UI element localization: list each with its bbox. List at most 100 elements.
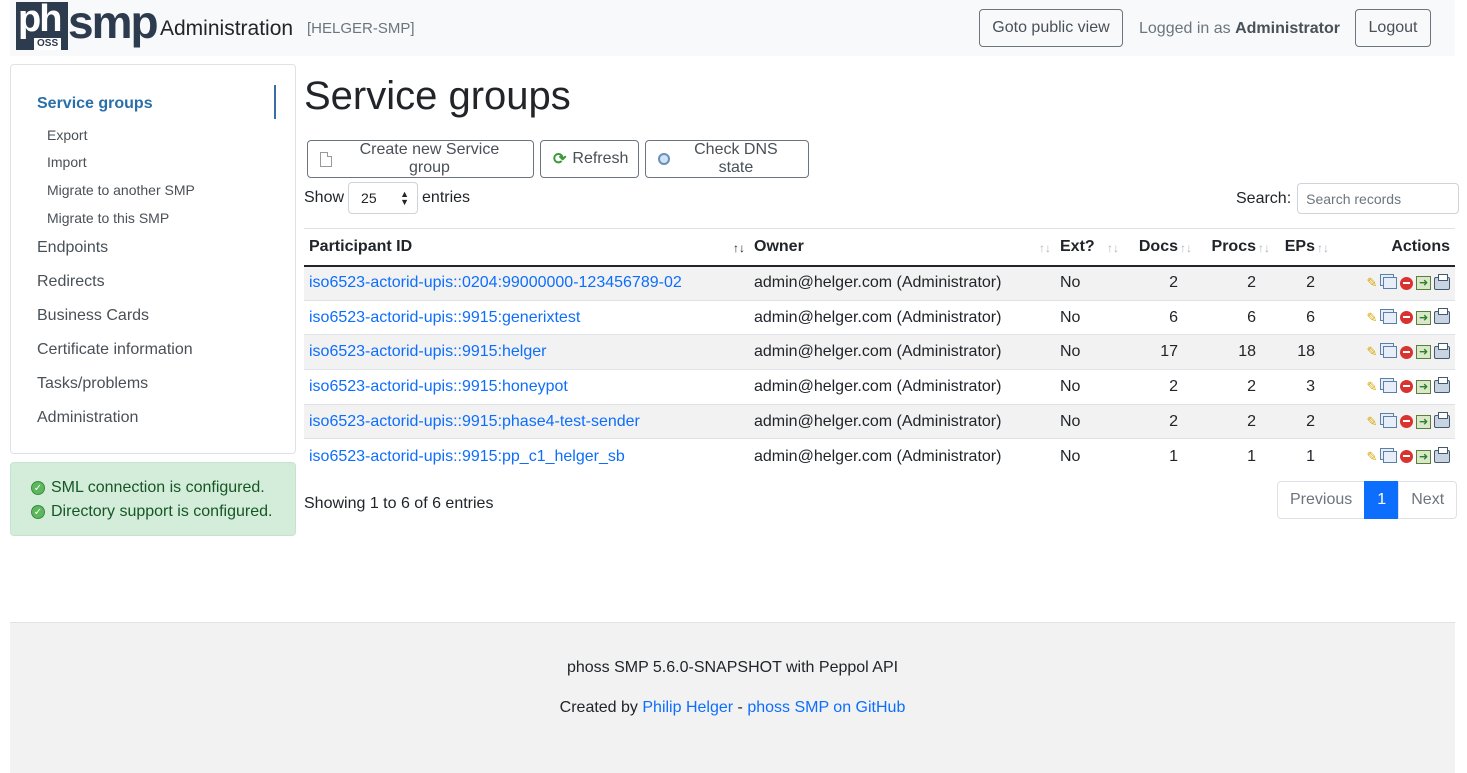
edit-pencil-icon[interactable]: ✎: [1364, 449, 1380, 465]
ext-cell: No: [1055, 299, 1123, 335]
migrate-icon[interactable]: [1416, 379, 1431, 395]
sort-icon: ↑↓: [1107, 241, 1119, 255]
eps-cell: 18: [1274, 334, 1333, 370]
copy-icon[interactable]: [1383, 450, 1397, 463]
sidebar-item-tasks-problems[interactable]: Tasks/problems: [37, 375, 148, 393]
print-icon[interactable]: [1434, 447, 1450, 464]
edit-pencil-icon[interactable]: ✎: [1364, 344, 1380, 360]
sidebar-item-endpoints[interactable]: Endpoints: [37, 239, 108, 257]
table-row: iso6523-actorid-upis::9915:generixtest ad…: [304, 299, 1455, 335]
copy-icon[interactable]: [1383, 311, 1397, 324]
copy-icon[interactable]: [1383, 277, 1397, 290]
service-groups-table: Participant ID ↑↓ Owner ↑↓ Ext? ↑↓ Docs ↑↓ P…: [304, 228, 1455, 474]
page-size-value: 25: [361, 190, 377, 206]
delete-icon[interactable]: [1400, 345, 1413, 359]
participant-id-link[interactable]: iso6523-actorid-upis::9915:honeypot: [309, 378, 568, 395]
pagination-previous[interactable]: Previous: [1277, 481, 1366, 519]
participant-id-cell: iso6523-actorid-upis::0204:99000000-1234…: [304, 265, 749, 301]
docs-cell: 6: [1123, 299, 1196, 335]
copy-icon[interactable]: [1383, 380, 1397, 393]
refresh-button[interactable]: ⟳ Refresh: [540, 140, 639, 178]
copy-icon[interactable]: [1383, 346, 1397, 359]
delete-icon[interactable]: [1400, 415, 1413, 429]
col-actions: Actions: [1333, 228, 1455, 267]
actions-cell: ✎: [1333, 403, 1455, 439]
goto-public-view-button[interactable]: Goto public view: [979, 9, 1123, 47]
procs-cell: 6: [1196, 299, 1274, 335]
delete-icon[interactable]: [1400, 311, 1413, 325]
print-icon[interactable]: [1434, 273, 1450, 290]
table-row: iso6523-actorid-upis::9915:honeypot admin…: [304, 369, 1455, 405]
migrate-icon[interactable]: [1416, 449, 1431, 465]
col-docs[interactable]: Docs ↑↓: [1123, 228, 1196, 267]
table-info: Showing 1 to 6 of 6 entries: [304, 495, 494, 512]
logout-button[interactable]: Logout: [1355, 9, 1431, 47]
migrate-icon[interactable]: [1416, 275, 1431, 291]
phoss-smp-logo[interactable]: ph OSS smp: [16, 0, 159, 50]
logged-in-user: Administrator: [1235, 20, 1340, 37]
migrate-icon[interactable]: [1416, 310, 1431, 326]
new-document-icon: [320, 151, 332, 167]
github-link[interactable]: phoss SMP on GitHub: [747, 699, 905, 716]
sidebar-item-certificate-information[interactable]: Certificate information: [37, 341, 193, 359]
sidebar-item-migrate-to-another-smp[interactable]: Migrate to another SMP: [47, 182, 195, 198]
search-input[interactable]: [1297, 183, 1460, 214]
sidebar-item-administration[interactable]: Administration: [37, 409, 138, 427]
print-icon[interactable]: [1434, 342, 1450, 359]
edit-pencil-icon[interactable]: ✎: [1364, 379, 1380, 395]
pagination-page-1[interactable]: 1: [1364, 481, 1400, 519]
copy-icon[interactable]: [1383, 415, 1397, 428]
show-label: Show: [304, 189, 345, 206]
participant-id-link[interactable]: iso6523-actorid-upis::9915:helger: [309, 343, 546, 360]
sml-status: ✓ SML connection is configured.: [31, 479, 265, 497]
eps-cell: 3: [1274, 369, 1333, 405]
col-owner[interactable]: Owner ↑↓: [749, 228, 1055, 267]
entries-label: entries: [422, 189, 471, 206]
delete-icon[interactable]: [1400, 450, 1413, 464]
print-icon[interactable]: [1434, 308, 1450, 325]
col-eps[interactable]: EPs ↑↓: [1274, 228, 1333, 267]
eps-cell: 1: [1274, 438, 1333, 474]
sidebar-item-export[interactable]: Export: [47, 127, 87, 143]
pagination-next[interactable]: Next: [1398, 481, 1458, 519]
sidebar-item-migrate-to-this-smp[interactable]: Migrate to this SMP: [47, 210, 169, 226]
owner-cell: admin@helger.com (Administrator): [749, 369, 1055, 405]
sidebar-item-redirects[interactable]: Redirects: [37, 273, 105, 291]
instance-id: [HELGER-SMP]: [307, 20, 415, 37]
participant-id-link[interactable]: iso6523-actorid-upis::9915:generixtest: [309, 309, 580, 326]
owner-cell: admin@helger.com (Administrator): [749, 265, 1055, 301]
col-participant-id[interactable]: Participant ID ↑↓: [304, 228, 749, 267]
check-dns-state-button[interactable]: Check DNS state: [645, 140, 809, 178]
table-row: iso6523-actorid-upis::9915:helger admin@h…: [304, 334, 1455, 370]
col-procs[interactable]: Procs ↑↓: [1196, 228, 1274, 267]
delete-icon[interactable]: [1400, 380, 1413, 394]
ext-cell: No: [1055, 334, 1123, 370]
print-icon[interactable]: [1434, 412, 1450, 429]
edit-pencil-icon[interactable]: ✎: [1364, 310, 1380, 326]
ext-cell: No: [1055, 438, 1123, 474]
sidebar-item-import[interactable]: Import: [47, 154, 87, 170]
delete-icon[interactable]: [1400, 276, 1413, 290]
author-link[interactable]: Philip Helger: [642, 699, 733, 716]
sort-icon: ↑↓: [1317, 241, 1329, 255]
participant-id-link[interactable]: iso6523-actorid-upis::9915:pp_c1_helger_…: [309, 448, 625, 465]
edit-pencil-icon[interactable]: ✎: [1364, 414, 1380, 430]
select-arrows-icon: ▲ ▼: [400, 189, 410, 207]
logo-ph-block: ph OSS: [16, 0, 68, 50]
footer-credits: Created by Philip Helger - phoss SMP on …: [10, 699, 1455, 717]
col-ext[interactable]: Ext? ↑↓: [1055, 228, 1123, 267]
sidebar-item-service-groups[interactable]: Service groups: [37, 95, 153, 113]
edit-pencil-icon[interactable]: ✎: [1364, 275, 1380, 291]
participant-id-link[interactable]: iso6523-actorid-upis::9915:phase4-test-s…: [309, 413, 640, 430]
eps-cell: 6: [1274, 299, 1333, 335]
migrate-icon[interactable]: [1416, 414, 1431, 430]
participant-id-link[interactable]: iso6523-actorid-upis::0204:99000000-1234…: [309, 274, 682, 291]
refresh-label: Refresh: [572, 150, 629, 167]
print-icon[interactable]: [1434, 377, 1450, 394]
footer: phoss SMP 5.6.0-SNAPSHOT with Peppol API…: [10, 622, 1455, 773]
page-size-select[interactable]: 25 ▲ ▼: [348, 182, 419, 214]
migrate-icon[interactable]: [1416, 344, 1431, 360]
participant-id-cell: iso6523-actorid-upis::9915:honeypot: [304, 369, 749, 405]
create-service-group-button[interactable]: Create new Service group: [307, 140, 534, 178]
sidebar-item-business-cards[interactable]: Business Cards: [37, 307, 149, 325]
